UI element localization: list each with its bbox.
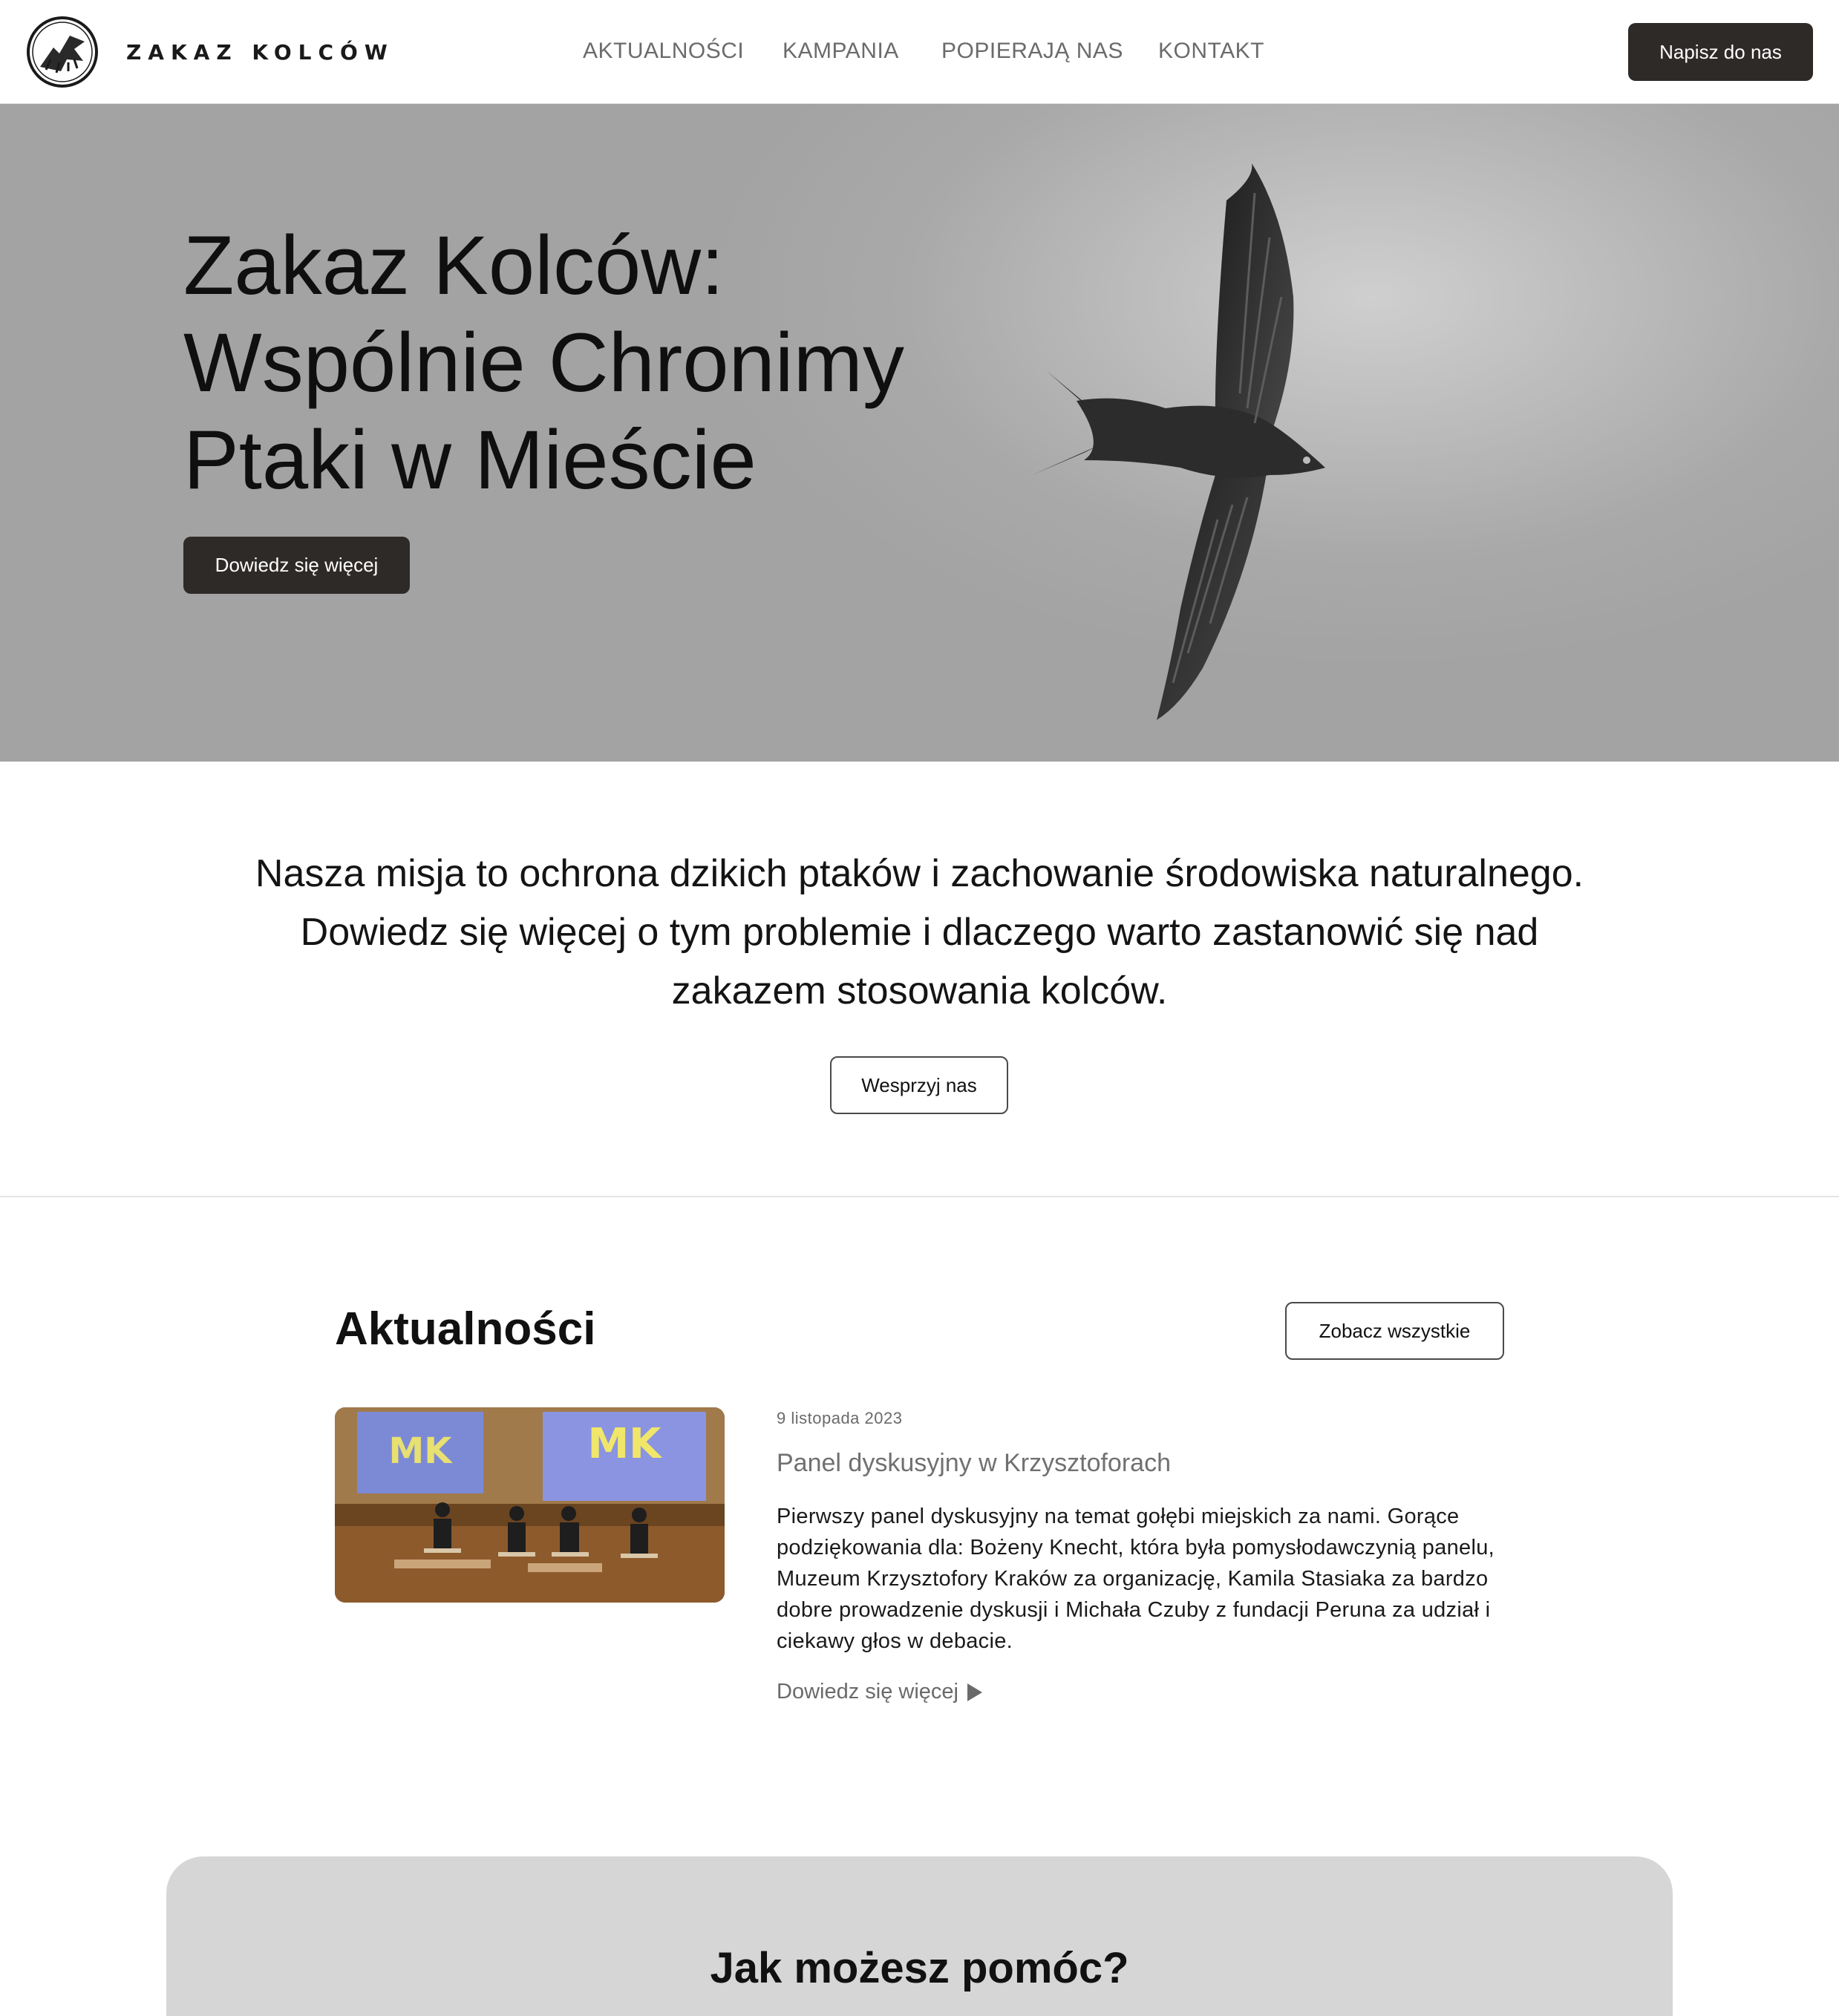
panel-discussion-photo: MK MK (335, 1407, 725, 1603)
section-divider (0, 1196, 1839, 1197)
hero-title-line: Zakaz Kolców: (183, 219, 725, 312)
site-header: ZAKAZ KOLCÓW AKTUALNOŚCI KAMPANIA POPIER… (0, 0, 1839, 104)
screen-logo: MK (389, 1430, 454, 1472)
nav-link-news[interactable]: AKTUALNOŚCI (583, 39, 744, 64)
news-item-headline[interactable]: Panel dyskusyjny w Krzysztoforach (777, 1449, 1171, 1478)
news-item-body: Pierwszy panel dyskusyjny na temat gołęb… (777, 1505, 1495, 1653)
news-item-read-more-link[interactable]: Dowiedz się więcej (777, 1680, 982, 1704)
learn-more-button[interactable]: Dowiedz się więcej (183, 537, 410, 594)
nav-link-contact[interactable]: KONTAKT (1158, 39, 1264, 64)
main-nav: AKTUALNOŚCI KAMPANIA POPIERAJĄ NAS KONTA… (0, 39, 1839, 68)
hero-title-line: Wspólnie Chronimy (183, 316, 904, 409)
mission-statement: Nasza misja to ochrona dzikich ptaków i … (255, 852, 1584, 1012)
nav-link-supporters[interactable]: POPIERAJĄ NAS (941, 39, 1123, 64)
contact-us-button[interactable]: Napisz do nas (1628, 23, 1813, 81)
hero-title: Zakaz Kolców: Wspólnie Chronimy Ptaki w … (183, 217, 1000, 508)
help-section-title: Jak możesz pomóc? (710, 1944, 1129, 1992)
see-all-news-button[interactable]: Zobacz wszystkie (1285, 1302, 1504, 1360)
screen-logo: MK (587, 1420, 663, 1468)
hero-section: Zakaz Kolców: Wspólnie Chronimy Ptaki w … (0, 104, 1839, 762)
play-arrow-icon (967, 1683, 982, 1701)
read-more-label: Dowiedz się więcej (777, 1680, 958, 1704)
swift-bird-image (1032, 163, 1325, 720)
news-item-image[interactable]: MK MK (335, 1407, 725, 1603)
news-item-date: 9 listopada 2023 (777, 1409, 903, 1427)
support-us-button[interactable]: Wesprzyj nas (830, 1056, 1008, 1114)
news-section-title: Aktualności (335, 1303, 596, 1355)
nav-link-campaign[interactable]: KAMPANIA (783, 39, 899, 64)
hero-title-line: Ptaki w Mieście (183, 413, 757, 506)
